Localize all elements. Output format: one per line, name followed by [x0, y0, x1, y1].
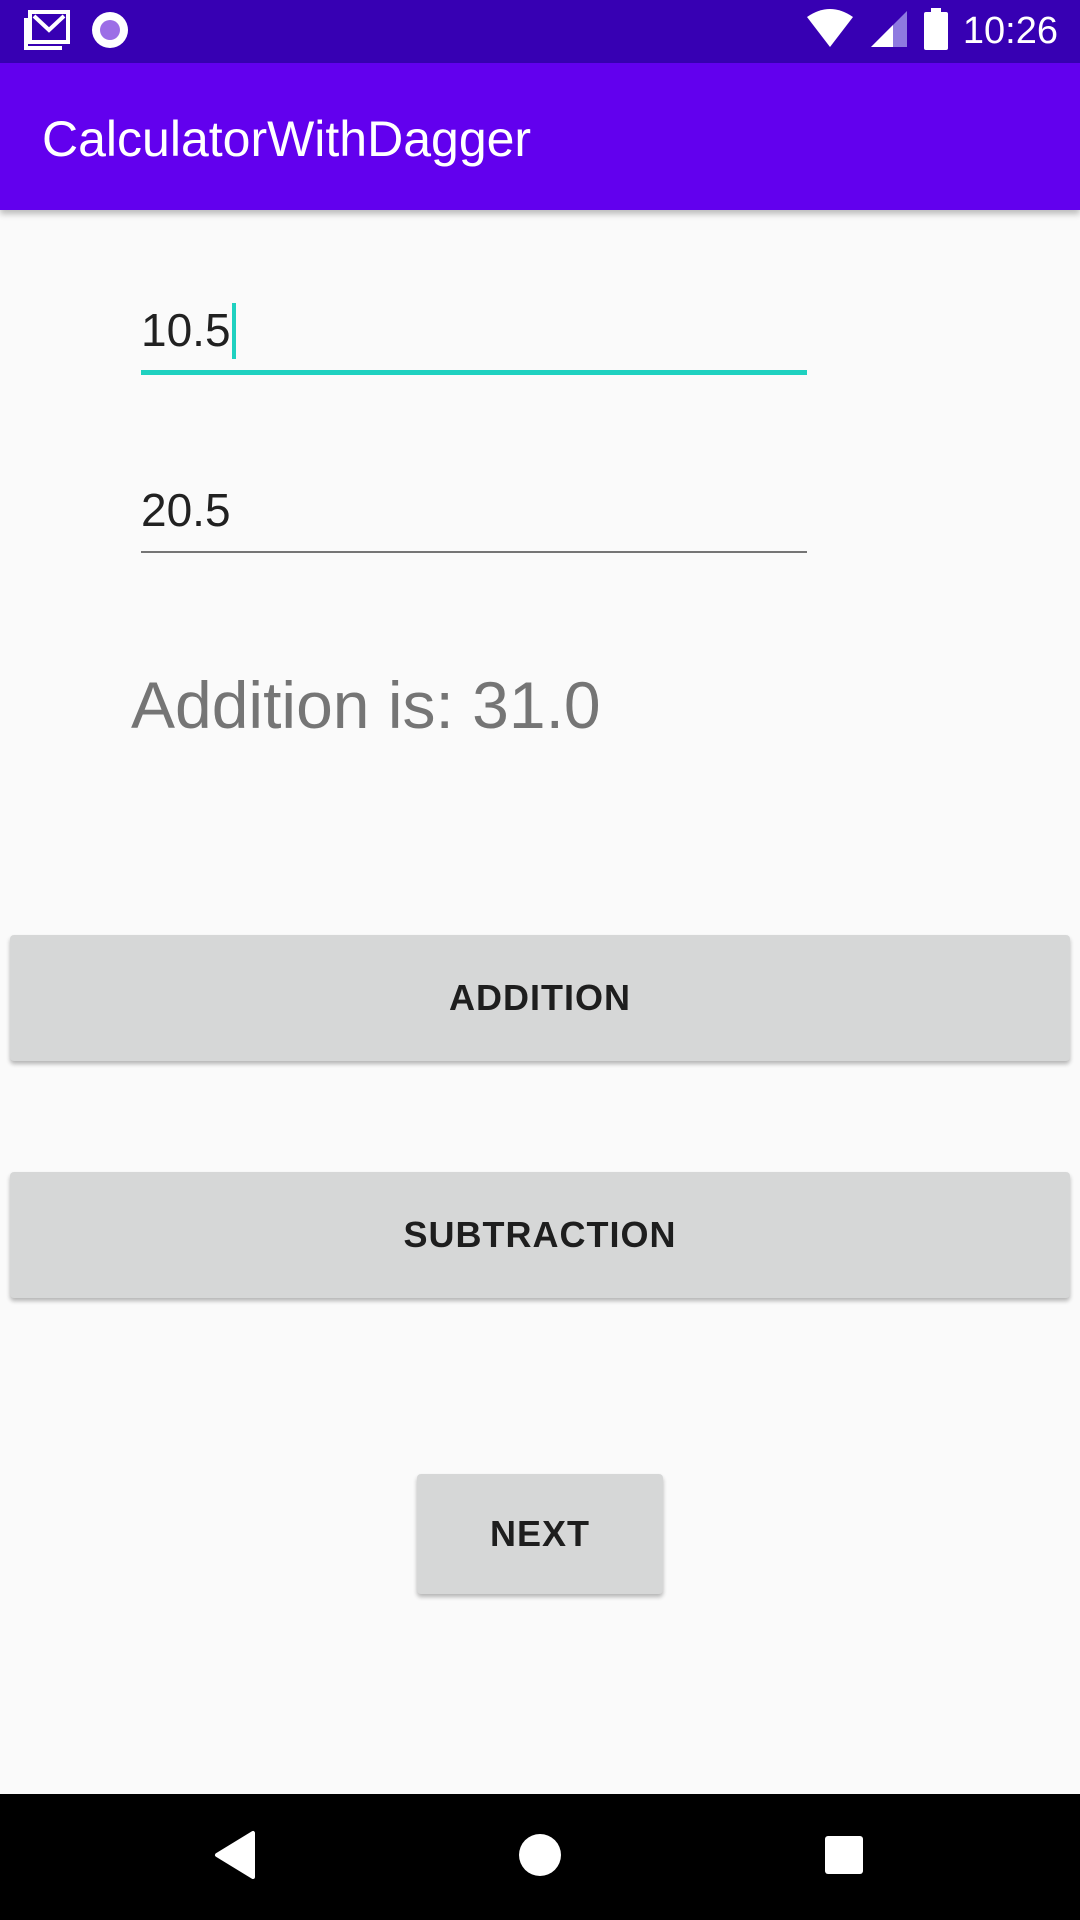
first-number-field[interactable]: [141, 295, 807, 375]
battery-icon: [923, 7, 949, 55]
record-icon: [90, 10, 130, 55]
second-number-underline: [141, 551, 807, 553]
gmail-icon: [24, 9, 70, 55]
cell-signal-icon: [869, 9, 909, 54]
first-number-underline: [141, 370, 807, 375]
second-number-field[interactable]: [141, 475, 807, 555]
subtraction-button[interactable]: SUBTRACTION: [10, 1172, 1070, 1298]
recent-apps-icon: [824, 1835, 864, 1880]
next-button[interactable]: NEXT: [417, 1474, 663, 1594]
result-text: Addition is: 31.0: [131, 668, 601, 742]
status-right-icons: 10:26: [805, 7, 1058, 55]
status-bar: 10:26: [0, 0, 1080, 63]
nav-back-button[interactable]: [165, 1794, 305, 1920]
app-title: CalculatorWithDagger: [42, 111, 532, 167]
status-left-icons: [24, 9, 130, 55]
nav-home-button[interactable]: [470, 1794, 610, 1920]
addition-button[interactable]: ADDITION: [10, 935, 1070, 1061]
wifi-icon: [805, 8, 855, 54]
back-icon: [213, 1830, 257, 1885]
nav-recent-apps-button[interactable]: [774, 1794, 914, 1920]
screen: 10:26 CalculatorWithDagger Addition is: …: [0, 0, 1080, 1920]
status-time: 10:26: [962, 10, 1058, 52]
first-number-input[interactable]: [141, 295, 807, 365]
navigation-bar: [0, 1794, 1080, 1920]
text-cursor: [232, 303, 236, 359]
home-icon: [518, 1833, 562, 1882]
second-number-input[interactable]: [141, 475, 807, 545]
app-bar: CalculatorWithDagger: [0, 63, 1080, 210]
